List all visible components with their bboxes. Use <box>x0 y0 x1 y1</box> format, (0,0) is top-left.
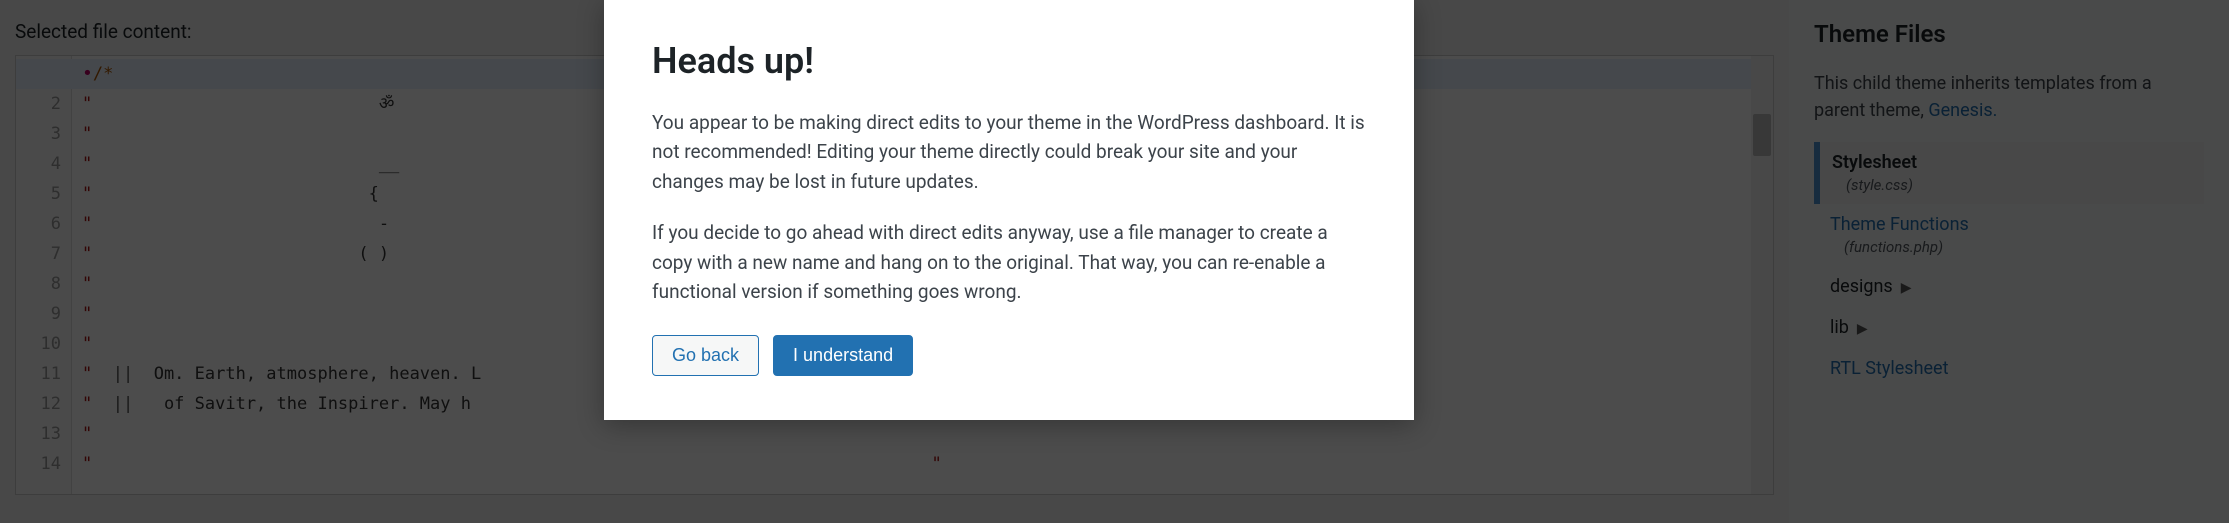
go-back-button[interactable]: Go back <box>652 335 759 376</box>
understand-button[interactable]: I understand <box>773 335 913 376</box>
modal-paragraph-1: You appear to be making direct edits to … <box>652 108 1366 196</box>
modal-actions: Go back I understand <box>652 335 1366 376</box>
warning-modal: Heads up! You appear to be making direct… <box>604 0 1414 420</box>
modal-paragraph-2: If you decide to go ahead with direct ed… <box>652 218 1366 306</box>
modal-title: Heads up! <box>652 40 1366 82</box>
